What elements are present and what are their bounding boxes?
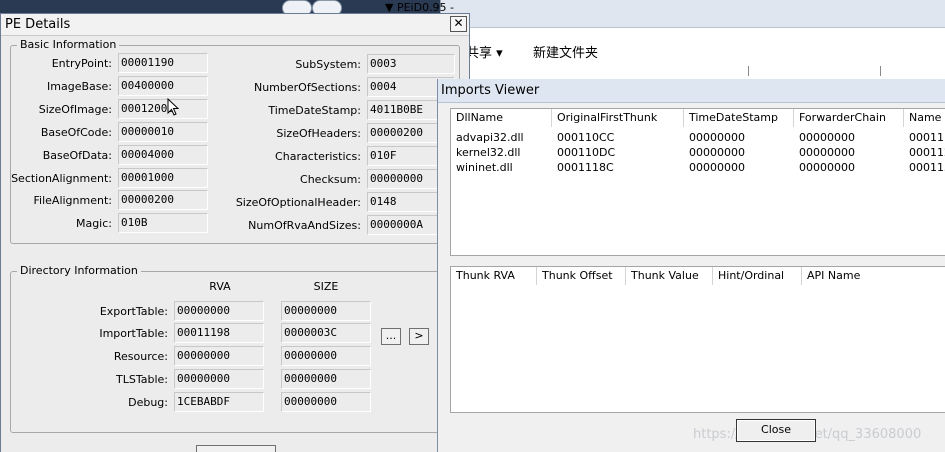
name-cell: 000111 (909, 131, 945, 144)
original-first-thunk-cell: 000110CC (557, 131, 615, 144)
importtable-label: ImportTable: (99, 327, 168, 340)
new-folder-menu[interactable]: 新建文件夹 (533, 42, 598, 61)
imports-viewer-window: Imports Viewer DllName OriginalFirstThun… (437, 79, 945, 452)
dll-name-cell: wininet.dll (456, 161, 513, 174)
importtable-size-field[interactable]: 0000003C (281, 323, 371, 343)
forwarderchain-cell: 00000000 (799, 161, 855, 174)
explorer-window-background (440, 0, 945, 90)
pe-details-title: PE Details (5, 17, 71, 32)
sectionalignment-label: SectionAlignment: (11, 172, 112, 185)
directory-information-legend: Directory Information (17, 264, 141, 277)
sectionalignment-field[interactable]: 00001000 (118, 168, 208, 188)
debug-size-field[interactable]: 00000000 (281, 392, 371, 412)
importtable-details-button[interactable]: ... (381, 328, 401, 345)
sizeofimage-label: SizeOfImage: (38, 103, 112, 116)
filealignment-field[interactable]: 00000200 (118, 190, 208, 210)
column-thunk-offset[interactable]: Thunk Offset (537, 267, 626, 285)
debug-rva-field[interactable]: 1CEBABDF (174, 392, 264, 412)
column-originalfirstthunk[interactable]: OriginalFirstThunk (552, 109, 684, 127)
characteristics-label: Characteristics: (275, 150, 361, 163)
column-api-name[interactable]: API Name (802, 267, 945, 285)
column-thunk-value[interactable]: Thunk Value (626, 267, 713, 285)
numberofsections-label: NumberOfSections: (253, 81, 361, 94)
pe-details-dialog: PE Details ✕ Basic Information EntryPoin… (0, 13, 470, 452)
debug-label: Debug: (128, 396, 168, 409)
column-hint-ordinal[interactable]: Hint/Ordinal (713, 267, 802, 285)
sizeofimage-field[interactable]: 00012000 (118, 99, 208, 119)
checksum-label: Checksum: (300, 173, 361, 186)
imagebase-label: ImageBase: (47, 80, 112, 93)
column-thunk-rva[interactable]: Thunk RVA (451, 267, 537, 285)
explorer-column-separator (880, 66, 881, 76)
close-button[interactable]: Close (736, 419, 816, 442)
entrypoint-label: EntryPoint: (51, 57, 112, 70)
dll-name-cell: kernel32.dll (456, 146, 521, 159)
thunk-list-header: Thunk RVA Thunk Offset Thunk Value Hint/… (451, 267, 945, 285)
mouse-cursor-icon (167, 98, 180, 116)
forwarderchain-cell: 00000000 (799, 146, 855, 159)
resource-size-field[interactable]: 00000000 (281, 346, 371, 366)
baseofdata-label: BaseOfData: (42, 149, 112, 162)
dll-list-header: DllName OriginalFirstThunk TimeDateStamp… (451, 109, 945, 127)
rva-column-header: RVA (209, 280, 231, 293)
filealignment-label: FileAlignment: (33, 194, 112, 207)
table-row[interactable]: kernel32.dll 000110DC 00000000 00000000 … (451, 146, 945, 161)
column-forwarderchain[interactable]: ForwarderChain (794, 109, 904, 127)
importtable-next-button[interactable]: > (409, 328, 429, 345)
close-icon[interactable]: ✕ (450, 16, 467, 32)
imagebase-field[interactable]: 00400000 (118, 76, 208, 96)
sizeofheaders-label: SizeOfHeaders: (276, 127, 361, 140)
dll-name-cell: advapi32.dll (456, 131, 524, 144)
table-row[interactable]: wininet.dll 0001118C 00000000 00000000 0… (451, 161, 945, 176)
ok-button[interactable] (196, 445, 276, 452)
timedatestamp-cell: 00000000 (689, 131, 745, 144)
basic-information-legend: Basic Information (17, 38, 120, 51)
baseofcode-label: BaseOfCode: (40, 126, 112, 139)
subsystem-field[interactable]: 0003 (367, 54, 455, 74)
timedatestamp-label: TimeDateStamp: (268, 104, 361, 117)
exporttable-label: ExportTable: (99, 305, 168, 318)
exporttable-size-field[interactable]: 00000000 (281, 301, 371, 321)
sizeofoptionalheader-label: SizeOfOptionalHeader: (235, 196, 361, 209)
name-cell: 000112 (909, 146, 945, 159)
imports-viewer-titlebar: Imports Viewer (438, 79, 945, 103)
explorer-column-separator (748, 66, 749, 76)
magic-label: Magic: (75, 217, 112, 230)
forwarderchain-cell: 00000000 (799, 131, 855, 144)
subsystem-label: SubSystem: (295, 58, 361, 71)
entrypoint-field[interactable]: 00001190 (118, 53, 208, 73)
original-first-thunk-cell: 0001118C (557, 161, 614, 174)
column-timedatestamp[interactable]: TimeDateStamp (684, 109, 794, 127)
magic-field[interactable]: 010B (118, 213, 208, 233)
table-row[interactable]: advapi32.dll 000110CC 00000000 00000000 … (451, 131, 945, 146)
resource-rva-field[interactable]: 00000000 (174, 346, 264, 366)
original-first-thunk-cell: 000110DC (557, 146, 616, 159)
importtable-rva-field[interactable]: 00011198 (174, 323, 264, 343)
timedatestamp-cell: 00000000 (689, 146, 745, 159)
numofrvaandsizes-label: NumOfRvaAndSizes: (248, 219, 361, 232)
tlstable-rva-field[interactable]: 00000000 (174, 369, 264, 389)
tlstable-size-field[interactable]: 00000000 (281, 369, 371, 389)
thunk-list[interactable]: Thunk RVA Thunk Offset Thunk Value Hint/… (450, 266, 945, 413)
dll-list[interactable]: DllName OriginalFirstThunk TimeDateStamp… (450, 108, 945, 256)
column-dllname[interactable]: DllName (451, 109, 552, 127)
tlstable-label: TLSTable: (116, 373, 168, 386)
pe-details-titlebar: PE Details ✕ (1, 14, 469, 36)
timedatestamp-cell: 00000000 (689, 161, 745, 174)
column-name[interactable]: Name (904, 109, 945, 127)
share-menu[interactable]: 共享 ▾ (466, 42, 503, 61)
name-cell: 000115 (909, 161, 945, 174)
baseofcode-field[interactable]: 00000010 (118, 122, 208, 142)
explorer-titlestrip (441, 0, 945, 28)
baseofdata-field[interactable]: 00004000 (118, 145, 208, 165)
exporttable-rva-field[interactable]: 00000000 (174, 301, 264, 321)
size-column-header: SIZE (313, 280, 339, 293)
imports-viewer-title: Imports Viewer (441, 83, 540, 98)
resource-label: Resource: (113, 350, 168, 363)
